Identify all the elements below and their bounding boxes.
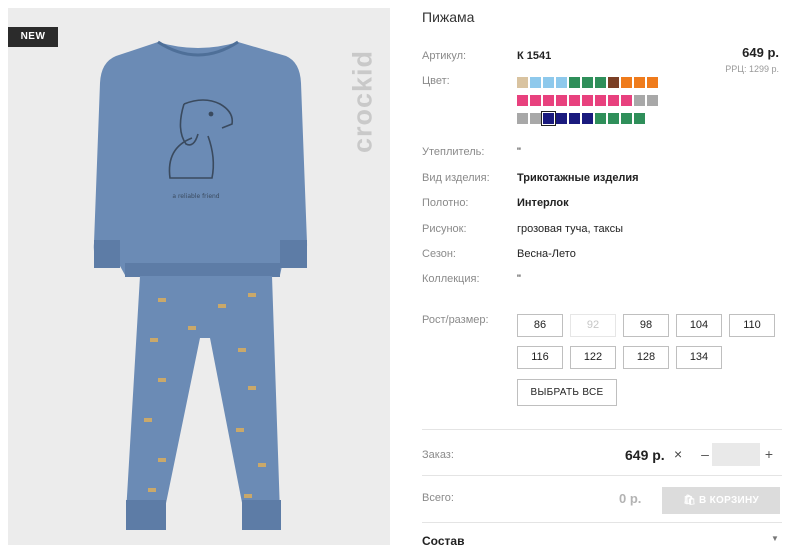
pajama-pants: [126, 276, 280, 513]
color-swatch[interactable]: [647, 77, 658, 88]
rrp-price: РРЦ: 1299 р.: [725, 64, 779, 74]
product-info: Пижама Артикул: К 1541 649 р. РРЦ: 1299 …: [422, 0, 782, 548]
total-value: 0 р.: [619, 491, 642, 506]
bag-icon: 🛍: [682, 495, 696, 506]
color-swatches: [517, 77, 667, 131]
divider: [422, 429, 782, 430]
color-swatch[interactable]: [517, 113, 528, 124]
color-swatch[interactable]: [569, 113, 580, 124]
price: 649 р.: [742, 45, 779, 60]
color-swatch[interactable]: [569, 95, 580, 106]
decrease-button[interactable]: –: [698, 446, 712, 462]
color-swatch[interactable]: [621, 95, 632, 106]
divider: [422, 475, 782, 476]
color-swatch[interactable]: [595, 95, 606, 106]
prop-label: Сезон:: [422, 248, 456, 260]
prop-value: Трикотажные изделия: [517, 172, 639, 184]
prop-label: Утеплитель:: [422, 146, 485, 158]
prop-label: Коллекция:: [422, 273, 480, 285]
size-option: 92: [570, 314, 616, 337]
size-option[interactable]: 128: [623, 346, 669, 369]
chevron-down-icon[interactable]: ▼: [771, 534, 779, 543]
color-swatch[interactable]: [582, 77, 593, 88]
color-swatch[interactable]: [543, 95, 554, 106]
size-option[interactable]: 86: [517, 314, 563, 337]
divider: [422, 522, 782, 523]
cart-button-label: В КОРЗИНУ: [699, 495, 760, 506]
product-photo: NEW crockid a reliable friend: [8, 8, 390, 545]
color-swatch[interactable]: [595, 113, 606, 124]
add-to-cart-button[interactable]: 🛍 В КОРЗИНУ: [662, 487, 780, 514]
size-option[interactable]: 110: [729, 314, 775, 337]
color-swatch[interactable]: [556, 77, 567, 88]
prop-value: Весна-Лето: [517, 248, 576, 260]
color-swatch[interactable]: [541, 111, 556, 126]
size-option[interactable]: 104: [676, 314, 722, 337]
color-swatch[interactable]: [608, 113, 619, 124]
color-swatch[interactable]: [530, 95, 541, 106]
color-swatch[interactable]: [595, 77, 606, 88]
prop-value: грозовая туча, таксы: [517, 223, 624, 235]
article-value: К 1541: [517, 50, 552, 62]
size-option[interactable]: 122: [570, 346, 616, 369]
color-swatch[interactable]: [556, 95, 567, 106]
order-label: Заказ:: [422, 449, 454, 461]
svg-text:a reliable friend: a reliable friend: [172, 193, 219, 200]
prop-label: Полотно:: [422, 197, 469, 209]
composition-toggle[interactable]: Состав: [422, 534, 464, 548]
color-swatch[interactable]: [647, 95, 658, 106]
color-swatch[interactable]: [634, 95, 645, 106]
color-swatch[interactable]: [634, 113, 645, 124]
total-label: Всего:: [422, 492, 454, 504]
prop-label: Рисунок:: [422, 223, 467, 235]
size-label: Рост/размер:: [422, 314, 489, 326]
prop-value: ": [517, 146, 521, 158]
pajama-shirt: [93, 42, 308, 275]
color-swatch[interactable]: [556, 113, 567, 124]
size-option[interactable]: 134: [676, 346, 722, 369]
select-all-button[interactable]: ВЫБРАТЬ ВСЕ: [517, 379, 617, 406]
product-title: Пижама: [422, 9, 475, 25]
color-swatch[interactable]: [582, 113, 593, 124]
color-swatch[interactable]: [569, 77, 580, 88]
increase-button[interactable]: +: [762, 446, 776, 462]
multiply-icon: ×: [674, 446, 683, 462]
color-swatch[interactable]: [634, 77, 645, 88]
color-swatch[interactable]: [621, 77, 632, 88]
color-swatch[interactable]: [517, 95, 528, 106]
quantity-input[interactable]: [712, 443, 760, 466]
color-swatch[interactable]: [543, 77, 554, 88]
color-swatch[interactable]: [621, 113, 632, 124]
size-option[interactable]: 98: [623, 314, 669, 337]
prop-value: ": [517, 273, 521, 285]
color-swatch[interactable]: [608, 77, 619, 88]
pajama-illustration: a reliable friend: [93, 40, 308, 530]
prop-value: Интерлок: [517, 197, 569, 209]
size-option[interactable]: 116: [517, 346, 563, 369]
color-label: Цвет:: [422, 75, 450, 87]
color-swatch[interactable]: [582, 95, 593, 106]
color-swatch[interactable]: [608, 95, 619, 106]
color-swatch[interactable]: [530, 77, 541, 88]
color-swatch[interactable]: [530, 113, 541, 124]
color-swatch[interactable]: [517, 77, 528, 88]
prop-label: Вид изделия:: [422, 172, 490, 184]
order-price: 649 р.: [625, 447, 665, 463]
article-label: Артикул:: [422, 50, 467, 62]
